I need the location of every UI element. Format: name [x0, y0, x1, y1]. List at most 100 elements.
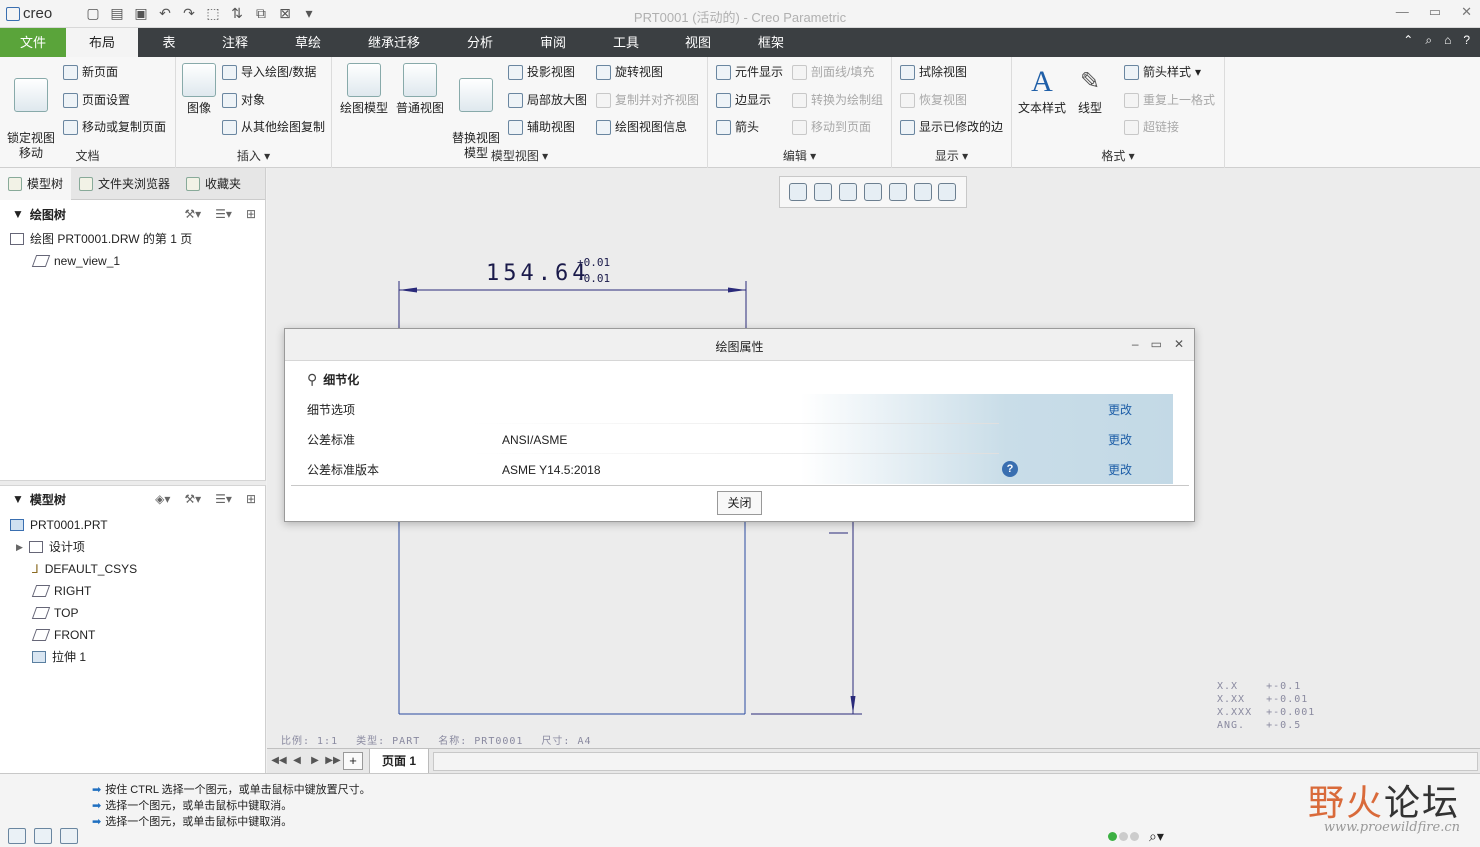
tree-columns-icon[interactable]: ⊞ [246, 207, 256, 221]
display-style-icon[interactable] [888, 183, 907, 201]
tab-framework[interactable]: 框架 [748, 28, 794, 57]
change-tolerance-version-link[interactable]: 更改 [1108, 461, 1132, 478]
convert-draft-group-button[interactable]: 转换为绘制组 [792, 90, 883, 110]
collapse-ribbon-icon[interactable]: ⌃ [1403, 33, 1413, 48]
first-sheet-icon[interactable]: ◀◀ [271, 752, 287, 770]
tab-sketch[interactable]: 草绘 [284, 28, 332, 57]
group-model-views-title[interactable]: 模型视图 ▾ [332, 147, 707, 164]
restore-view-button[interactable]: 恢复视图 [900, 90, 967, 110]
tree-item-front[interactable]: FRONT [31, 624, 95, 646]
collapse-icon[interactable]: ▼ [12, 492, 24, 506]
close-icon[interactable]: ✕ [1461, 4, 1472, 20]
component-display-button[interactable]: 元件显示 [716, 62, 783, 82]
change-detail-options-link[interactable]: 更改 [1108, 401, 1132, 418]
model-tree-header[interactable]: ▼ 模型树 ◈▾ ⚒▾ ☰▾ ⊞ [0, 486, 266, 512]
tab-annotate[interactable]: 注释 [212, 28, 258, 57]
image-button[interactable]: 图像 [182, 63, 216, 116]
last-sheet-icon[interactable]: ▶▶ [325, 752, 341, 770]
change-tolerance-standard-link[interactable]: 更改 [1108, 431, 1132, 448]
model-display-icon[interactable]: ◈▾ [155, 492, 170, 506]
arrow-button[interactable]: 箭头 [716, 117, 759, 137]
erase-view-button[interactable]: 拭除视图 [900, 62, 967, 82]
maximize-icon[interactable]: ▭ [1429, 4, 1441, 20]
new-page-button[interactable]: 新页面 [63, 62, 118, 82]
hyperlink-button[interactable]: 超链接 [1124, 117, 1179, 137]
find-icon[interactable]: ⌕▾ [1149, 828, 1164, 845]
detailed-view-button[interactable]: 局部放大图 [508, 90, 587, 110]
tree-item-design-items[interactable]: ▶ 设计项 [16, 536, 85, 558]
arrow-style-button[interactable]: 箭头样式 ▾ [1124, 62, 1201, 82]
annotation-display-icon[interactable] [938, 183, 957, 201]
line-style-button[interactable]: ✎ 线型 [1070, 63, 1110, 116]
drawing-view-info-button[interactable]: 绘图视图信息 [596, 117, 687, 137]
zoom-in-icon[interactable] [814, 183, 833, 201]
auxiliary-view-button[interactable]: 辅助视图 [508, 117, 575, 137]
refit-icon[interactable] [789, 183, 808, 201]
hat-icon[interactable]: ⌂ [1444, 33, 1451, 48]
tab-tools[interactable]: 工具 [602, 28, 650, 57]
tree-item-drawing-page[interactable]: 绘图 PRT0001.DRW 的第 1 页 [10, 228, 192, 250]
tree-filter-icon[interactable]: ☰▾ [215, 207, 232, 221]
revolved-view-button[interactable]: 旋转视图 [596, 62, 663, 82]
section-fill-button[interactable]: 剖面线/填充 [792, 62, 874, 82]
prev-sheet-icon[interactable]: ◀ [289, 752, 305, 770]
repaint-icon[interactable] [863, 183, 882, 201]
expand-icon[interactable]: ▶ [16, 536, 23, 558]
tab-folder-browser[interactable]: 文件夹浏览器 [71, 168, 178, 200]
drawing-model-button[interactable]: 绘图模型 [338, 63, 390, 116]
group-edit-title[interactable]: 编辑 ▾ [708, 147, 891, 164]
close-icon[interactable]: ✕ [1174, 337, 1184, 351]
zoom-out-icon[interactable] [839, 183, 858, 201]
tab-file[interactable]: 文件 [0, 28, 66, 57]
dialog-title-bar[interactable]: 绘图属性 – ▭ ✕ [285, 329, 1194, 361]
group-display-title[interactable]: 显示 ▾ [892, 147, 1011, 164]
full-screen-icon[interactable] [60, 828, 78, 844]
text-style-button[interactable]: A 文本样式 [1016, 63, 1068, 116]
edge-display-button[interactable]: 边显示 [716, 90, 771, 110]
browser-icon[interactable] [34, 828, 52, 844]
import-drawing-button[interactable]: 导入绘图/数据 [222, 62, 316, 82]
dimension-value[interactable]: 154.64 [486, 261, 589, 286]
move-to-page-button[interactable]: 移动到页面 [792, 117, 871, 137]
tab-table[interactable]: 表 [148, 28, 190, 57]
datum-display-icon[interactable] [913, 183, 932, 201]
tree-settings-icon[interactable]: ⚒▾ [184, 492, 201, 506]
tab-layout[interactable]: 布局 [66, 28, 138, 57]
close-button[interactable]: 关闭 [717, 491, 762, 515]
tab-legacy-migration[interactable]: 继承迁移 [360, 28, 428, 57]
toggle-navigator-icon[interactable] [8, 828, 26, 844]
tab-review[interactable]: 审阅 [530, 28, 576, 57]
copy-from-drawing-button[interactable]: 从其他绘图复制 [222, 117, 325, 137]
help-icon[interactable]: ? [1002, 461, 1018, 477]
tree-item-view[interactable]: new_view_1 [31, 250, 120, 272]
collapse-icon[interactable]: ▼ [12, 207, 24, 221]
tab-analysis[interactable]: 分析 [456, 28, 504, 57]
search-icon[interactable]: ⌕ [1425, 33, 1432, 48]
tree-item-csys[interactable]: ⅃ DEFAULT_CSYS [32, 558, 137, 580]
projection-view-button[interactable]: 投影视图 [508, 62, 575, 82]
tab-favorites[interactable]: 收藏夹 [178, 168, 249, 200]
repeat-format-button[interactable]: 重复上一格式 [1124, 90, 1215, 110]
maximize-icon[interactable]: ▭ [1151, 337, 1162, 351]
help-icon[interactable]: ? [1463, 33, 1470, 48]
next-sheet-icon[interactable]: ▶ [307, 752, 323, 770]
group-insert-title[interactable]: 插入 ▾ [176, 147, 331, 164]
tab-view[interactable]: 视图 [675, 28, 721, 57]
add-sheet-button[interactable]: + [343, 752, 363, 770]
tree-settings-icon[interactable]: ⚒▾ [184, 207, 201, 221]
tree-filter-icon[interactable]: ☰▾ [215, 492, 232, 506]
general-view-button[interactable]: 普通视图 [394, 63, 446, 116]
show-modified-edges-button[interactable]: 显示已修改的边 [900, 117, 1003, 137]
group-format-title[interactable]: 格式 ▾ [1012, 147, 1224, 164]
tree-item-right[interactable]: RIGHT [31, 580, 91, 602]
sheet-tab-1[interactable]: 页面 1 [369, 749, 429, 774]
minimize-icon[interactable]: – [1132, 337, 1139, 351]
drawing-tree-header[interactable]: ▼ 绘图树 ⚒▾ ☰▾ ⊞ [0, 201, 266, 227]
tree-columns-icon[interactable]: ⊞ [246, 492, 256, 506]
move-copy-page-button[interactable]: 移动或复制页面 [63, 117, 166, 137]
tree-item-part[interactable]: PRT0001.PRT [10, 514, 108, 536]
copy-align-view-button[interactable]: 复制并对齐视图 [596, 90, 699, 110]
tab-model-tree[interactable]: 模型树 [0, 167, 72, 200]
object-button[interactable]: 对象 [222, 90, 265, 110]
tree-item-extrude[interactable]: 拉伸 1 [32, 646, 86, 668]
